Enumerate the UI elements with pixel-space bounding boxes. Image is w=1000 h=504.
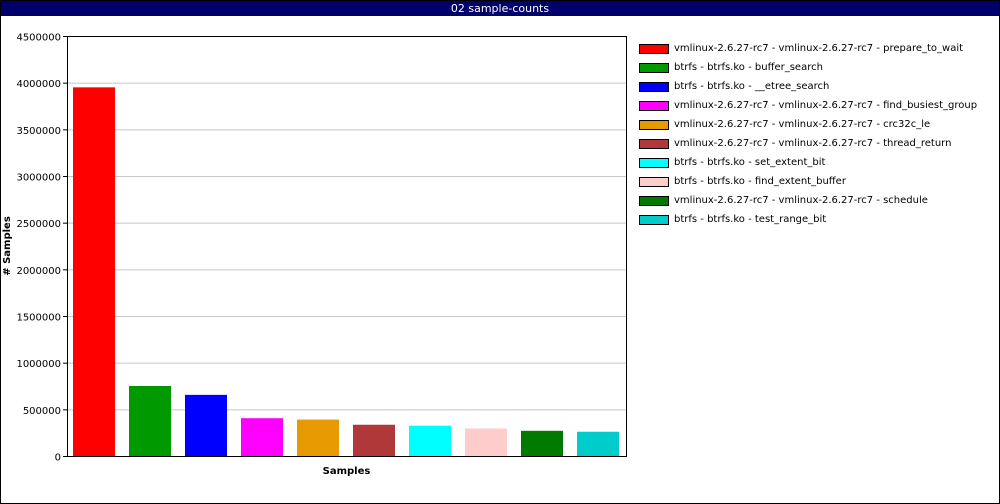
legend-swatch bbox=[639, 195, 669, 206]
bar bbox=[465, 428, 507, 456]
bar bbox=[577, 431, 619, 456]
legend-swatch bbox=[639, 157, 669, 168]
legend-swatch bbox=[639, 214, 669, 225]
legend-swatch bbox=[639, 138, 669, 149]
y-tick-label: 3500000 bbox=[16, 126, 61, 137]
legend-label: btrfs - btrfs.ko - find_extent_buffer bbox=[674, 176, 846, 187]
legend-label: vmlinux-2.6.27-rc7 - vmlinux-2.6.27-rc7 … bbox=[674, 138, 952, 149]
x-axis-label: Samples bbox=[323, 466, 371, 477]
legend-item: vmlinux-2.6.27-rc7 - vmlinux-2.6.27-rc7 … bbox=[639, 115, 977, 134]
legend-label: btrfs - btrfs.ko - buffer_search bbox=[674, 62, 823, 73]
legend-item: vmlinux-2.6.27-rc7 - vmlinux-2.6.27-rc7 … bbox=[639, 96, 977, 115]
legend-item: btrfs - btrfs.ko - __etree_search bbox=[639, 77, 977, 96]
legend-swatch bbox=[639, 43, 669, 54]
legend-item: vmlinux-2.6.27-rc7 - vmlinux-2.6.27-rc7 … bbox=[639, 39, 977, 58]
legend-swatch bbox=[639, 100, 669, 111]
y-tick-label: 4000000 bbox=[16, 79, 61, 90]
bar bbox=[129, 386, 171, 456]
y-axis-label: # Samples bbox=[2, 216, 13, 276]
y-tick-label: 1500000 bbox=[16, 313, 61, 324]
legend-label: vmlinux-2.6.27-rc7 - vmlinux-2.6.27-rc7 … bbox=[674, 43, 964, 54]
legend-item: vmlinux-2.6.27-rc7 - vmlinux-2.6.27-rc7 … bbox=[639, 134, 977, 153]
bar bbox=[521, 430, 563, 456]
legend-item: vmlinux-2.6.27-rc7 - vmlinux-2.6.27-rc7 … bbox=[639, 191, 977, 210]
bar bbox=[409, 425, 451, 456]
y-tick-label: 4500000 bbox=[16, 33, 61, 44]
y-tick-label: 500000 bbox=[23, 406, 61, 417]
legend-label: btrfs - btrfs.ko - __etree_search bbox=[674, 81, 830, 92]
legend-item: btrfs - btrfs.ko - buffer_search bbox=[639, 58, 977, 77]
bar bbox=[353, 424, 395, 456]
y-tick-label: 1000000 bbox=[16, 359, 61, 370]
legend-item: btrfs - btrfs.ko - test_range_bit bbox=[639, 210, 977, 229]
y-tick-label: 2500000 bbox=[16, 219, 61, 230]
y-tick-label: 3000000 bbox=[16, 173, 61, 184]
legend: vmlinux-2.6.27-rc7 - vmlinux-2.6.27-rc7 … bbox=[639, 39, 977, 229]
legend-label: btrfs - btrfs.ko - set_extent_bit bbox=[674, 157, 826, 168]
legend-label: btrfs - btrfs.ko - test_range_bit bbox=[674, 214, 827, 225]
bar bbox=[297, 419, 339, 456]
legend-label: vmlinux-2.6.27-rc7 - vmlinux-2.6.27-rc7 … bbox=[674, 195, 928, 206]
legend-item: btrfs - btrfs.ko - set_extent_bit bbox=[639, 153, 977, 172]
legend-swatch bbox=[639, 81, 669, 92]
legend-swatch bbox=[639, 119, 669, 130]
bar bbox=[73, 87, 115, 456]
bar bbox=[185, 394, 227, 456]
legend-item: btrfs - btrfs.ko - find_extent_buffer bbox=[639, 172, 977, 191]
legend-label: vmlinux-2.6.27-rc7 - vmlinux-2.6.27-rc7 … bbox=[674, 119, 931, 130]
bar bbox=[241, 418, 283, 456]
y-tick-label: 0 bbox=[55, 453, 61, 464]
legend-label: vmlinux-2.6.27-rc7 - vmlinux-2.6.27-rc7 … bbox=[674, 100, 978, 111]
legend-swatch bbox=[639, 62, 669, 73]
chart-window: 02 sample-counts 0 500000 1000000 1500000 20… bbox=[0, 0, 1000, 504]
legend-swatch bbox=[639, 176, 669, 187]
y-tick-label: 2000000 bbox=[16, 266, 61, 277]
